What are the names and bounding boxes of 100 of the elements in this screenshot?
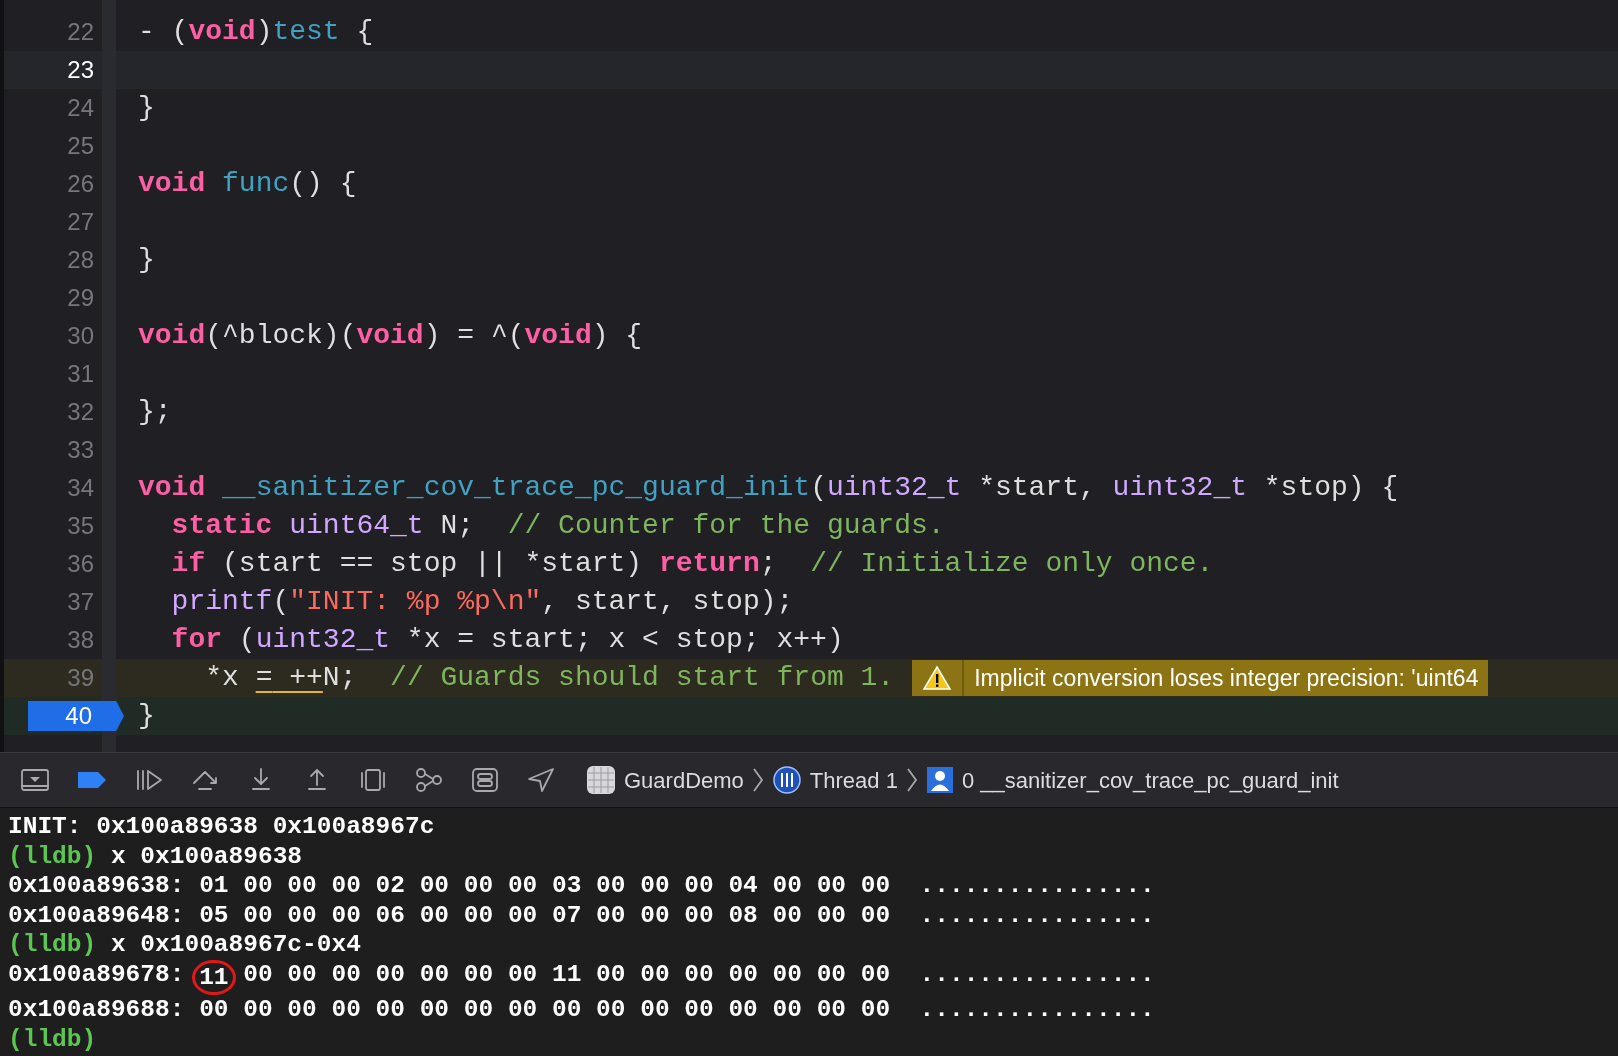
person-icon xyxy=(925,766,954,794)
lldb-prompt: (lldb) xyxy=(8,841,97,871)
code-text: { xyxy=(355,15,374,49)
code-comment: // Initialize only once. xyxy=(810,547,1214,581)
line-number: 33 xyxy=(67,435,95,465)
code-editor[interactable] xyxy=(0,0,1618,752)
code-text: ( xyxy=(237,623,256,657)
code-text: ( xyxy=(272,585,290,619)
keyword: void xyxy=(188,15,256,49)
code-text: - ( xyxy=(138,15,189,49)
chevron-icon xyxy=(751,767,764,793)
warning-icon xyxy=(922,665,953,691)
line-number: 23 xyxy=(67,55,95,85)
function-name: __sanitizer_cov_trace_pc_guard_init xyxy=(221,471,811,505)
code-text: } xyxy=(138,699,155,733)
code-text: , start, stop); xyxy=(541,585,794,619)
code-text: N; xyxy=(322,661,358,695)
keyword: for xyxy=(170,623,222,657)
thread-icon xyxy=(771,765,802,795)
line-number: 37 xyxy=(67,587,95,617)
line-number: 28 xyxy=(67,245,95,275)
code-text: } xyxy=(138,91,155,125)
app-grid-icon xyxy=(586,765,616,795)
breakpoint-marker[interactable]: 40 xyxy=(28,701,124,731)
breadcrumb-item[interactable]: 0 __sanitizer_cov_trace_pc_guard_init xyxy=(961,763,1339,797)
keyword: void xyxy=(138,167,206,201)
view-debugger-button[interactable] xyxy=(358,767,388,793)
type-name: uint32_t xyxy=(826,471,962,505)
fold-ribbon[interactable] xyxy=(102,0,116,752)
keyword: void xyxy=(138,471,206,505)
line-number: 34 xyxy=(67,473,95,503)
code-text: ) { xyxy=(591,319,643,353)
breadcrumb-item[interactable]: GuardDemo xyxy=(624,763,744,797)
debug-console[interactable] xyxy=(0,808,1618,1056)
console-text: 0x100a89648: 05 00 00 00 06 00 00 00 07 00 00 00 08 00 00 00 ................ xyxy=(8,900,1155,930)
lldb-prompt: (lldb) xyxy=(8,930,97,960)
line-number: 40 xyxy=(65,701,93,731)
line-number: 38 xyxy=(67,625,95,655)
line-number: 29 xyxy=(67,283,95,313)
code-text: () { xyxy=(289,167,357,201)
location-button[interactable] xyxy=(526,767,556,793)
line-number: 36 xyxy=(67,549,95,579)
code-text: *x = start; x < stop; x++) xyxy=(405,623,844,657)
string-literal: "INIT: %p %p\n" xyxy=(289,585,542,619)
console-text: x 0x100a8967c-0x4 xyxy=(109,930,361,960)
line-number: 35 xyxy=(67,511,95,541)
line-number: 39 xyxy=(67,663,95,693)
type-name: uint32_t xyxy=(1112,471,1247,505)
warning-message: Implicit conversion loses integer precision: 'uint64 xyxy=(973,663,1480,693)
line-number: 25 xyxy=(67,131,95,161)
breakpoints-toggle-button[interactable] xyxy=(76,769,108,791)
console-text: 0x100a89638: 01 00 00 00 02 00 00 00 03 00 00 00 04 00 00 00 ................ xyxy=(8,871,1155,901)
code-text: *stop) { xyxy=(1262,471,1399,505)
code-text: ; xyxy=(759,547,778,581)
hide-console-button[interactable] xyxy=(20,767,50,793)
keyword: if xyxy=(170,547,206,581)
warning-banner[interactable]: Implicit conversion loses integer precision: 'uint64 xyxy=(912,660,1489,696)
function-name: test xyxy=(272,15,340,49)
code-text: } xyxy=(138,243,155,277)
line-number: 24 xyxy=(67,93,95,123)
console-text: 00 00 00 00 00 00 00 11 00 00 00 00 00 00 00 ................ xyxy=(242,959,1155,990)
warning-operator: ++ xyxy=(288,661,323,695)
line-number: 31 xyxy=(67,359,95,389)
code-comment: // Guards should start from 1. xyxy=(390,661,895,695)
lldb-prompt: (lldb) xyxy=(8,1024,97,1054)
type-name: printf xyxy=(170,585,273,619)
type-name: uint32_t xyxy=(255,623,391,657)
keyword: void xyxy=(138,319,206,353)
line-number: 26 xyxy=(67,169,95,199)
line-number: 32 xyxy=(67,397,95,427)
code-text: ) xyxy=(255,15,273,49)
code-comment: // Counter for the guards. xyxy=(507,509,945,543)
keyword: void xyxy=(524,319,592,353)
highlighted-byte: 11 xyxy=(192,959,236,995)
line-number: 30 xyxy=(67,321,95,351)
console-text: 0x100a89678: xyxy=(8,959,186,990)
function-name: func xyxy=(221,167,290,201)
chevron-icon xyxy=(905,767,918,793)
code-text: *start, xyxy=(977,471,1097,505)
keyword: return xyxy=(658,547,760,581)
environment-overrides-button[interactable] xyxy=(470,767,500,793)
continue-button[interactable] xyxy=(134,767,164,793)
line-number: 22 xyxy=(67,17,95,47)
console-text: x 0x100a89638 xyxy=(109,841,303,871)
warning-operator: = xyxy=(255,661,273,695)
code-text: (^block)( xyxy=(205,319,357,353)
code-text: ( xyxy=(810,471,827,505)
code-text: *x xyxy=(204,661,240,695)
memory-graph-button[interactable] xyxy=(414,767,444,793)
keyword: static xyxy=(170,509,273,543)
code-text: N; xyxy=(439,509,476,543)
code-text: }; xyxy=(138,395,172,429)
keyword: void xyxy=(356,319,424,353)
console-text: 0x100a89688: 00 00 00 00 00 00 00 00 00 00 00 00 00 00 00 00 ................ xyxy=(8,995,1155,1025)
code-text: (start == stop || *start) xyxy=(221,547,644,581)
console-text: INIT: 0x100a89638 0x100a8967c xyxy=(8,812,435,842)
line-number: 27 xyxy=(67,207,95,237)
breadcrumb-item[interactable]: Thread 1 xyxy=(809,763,898,797)
code-text: ) = ^( xyxy=(423,319,525,353)
type-name: uint64_t xyxy=(288,509,424,543)
